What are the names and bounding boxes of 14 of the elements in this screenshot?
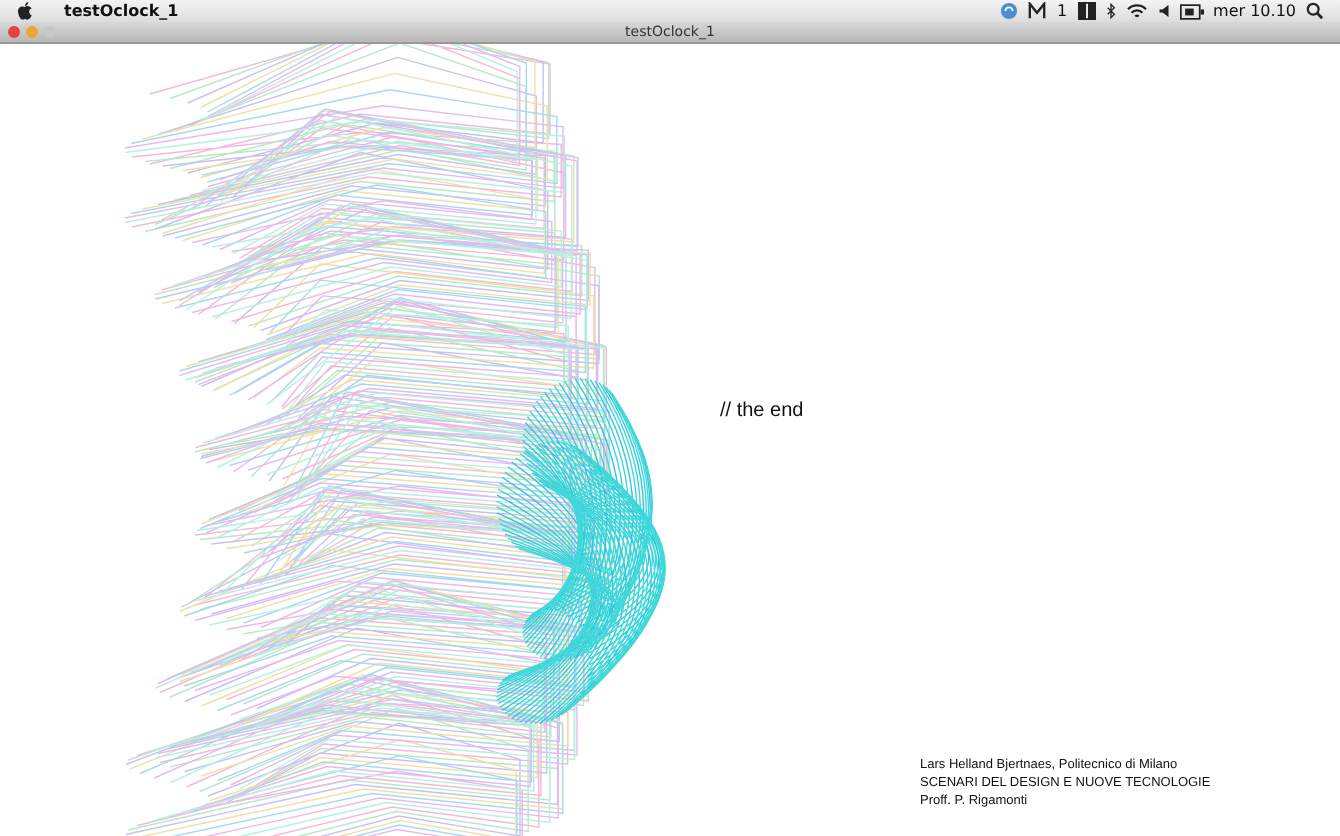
volume-icon[interactable] [1157, 2, 1170, 20]
notification-count: 1 [1056, 2, 1068, 20]
caption-text: // the end [720, 400, 804, 422]
apple-icon[interactable] [16, 1, 34, 21]
search-icon[interactable] [1306, 2, 1324, 20]
app-name[interactable]: testOclock_1 [64, 2, 179, 20]
sync-icon[interactable] [1000, 2, 1019, 20]
battery-icon[interactable] [1179, 3, 1204, 19]
bluetooth-icon[interactable] [1105, 2, 1116, 20]
clock[interactable]: mer 10.10 [1213, 2, 1296, 20]
grid-icon[interactable] [1077, 2, 1096, 20]
close-button[interactable] [8, 26, 20, 38]
wifi-icon[interactable] [1125, 2, 1148, 20]
m-icon[interactable] [1028, 2, 1047, 20]
